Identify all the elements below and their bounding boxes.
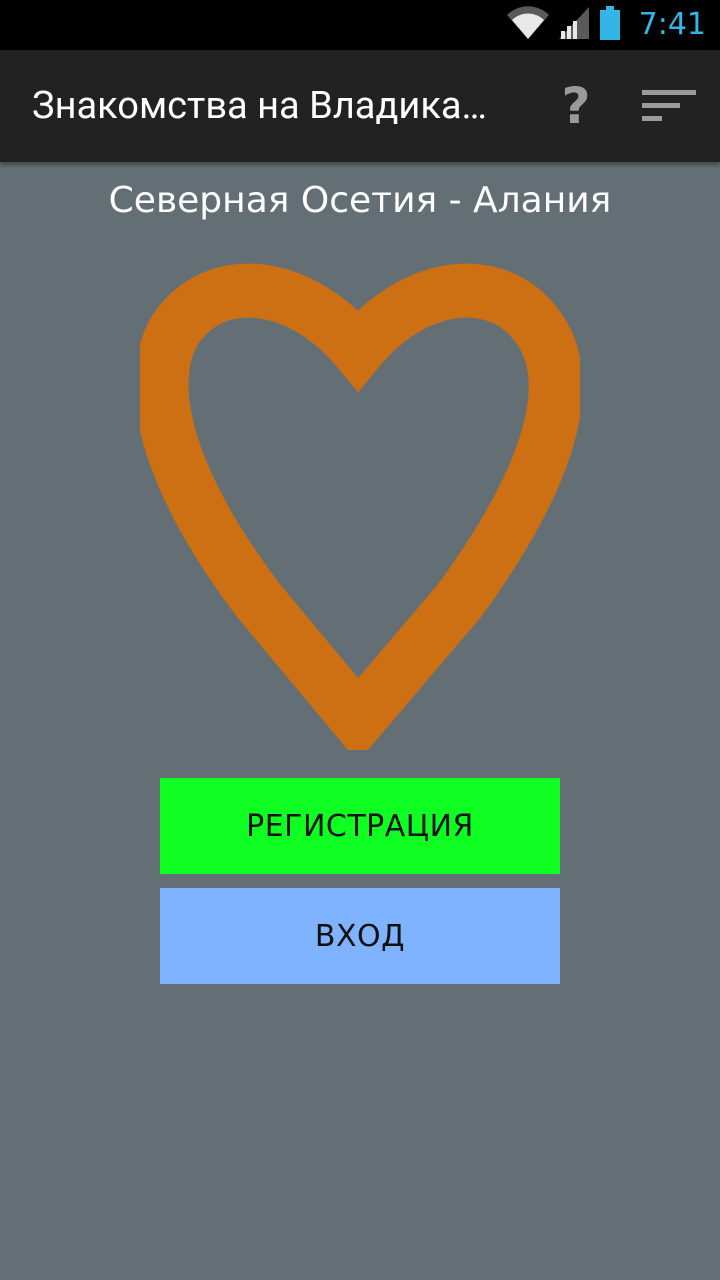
help-icon: ? bbox=[561, 77, 591, 135]
login-button[interactable]: ВХОД bbox=[160, 888, 560, 984]
status-time: 7:41 bbox=[638, 7, 706, 42]
region-title: Северная Осетия - Алания bbox=[108, 180, 612, 221]
sort-icon bbox=[642, 90, 696, 121]
help-button[interactable]: ? bbox=[540, 68, 612, 144]
heart-icon bbox=[140, 263, 580, 750]
app-title: Знакомства на Владикавказ bbox=[32, 84, 502, 128]
signal-icon bbox=[558, 7, 589, 43]
battery-icon bbox=[599, 6, 621, 44]
register-button[interactable]: РЕГИСТРАЦИЯ bbox=[160, 778, 560, 874]
status-bar: 7:41 bbox=[0, 0, 720, 50]
sort-button[interactable] bbox=[634, 68, 704, 144]
status-icons: 7:41 bbox=[506, 0, 706, 50]
wifi-icon bbox=[506, 6, 549, 44]
action-bar: Знакомства на Владикавказ ? bbox=[0, 50, 720, 162]
